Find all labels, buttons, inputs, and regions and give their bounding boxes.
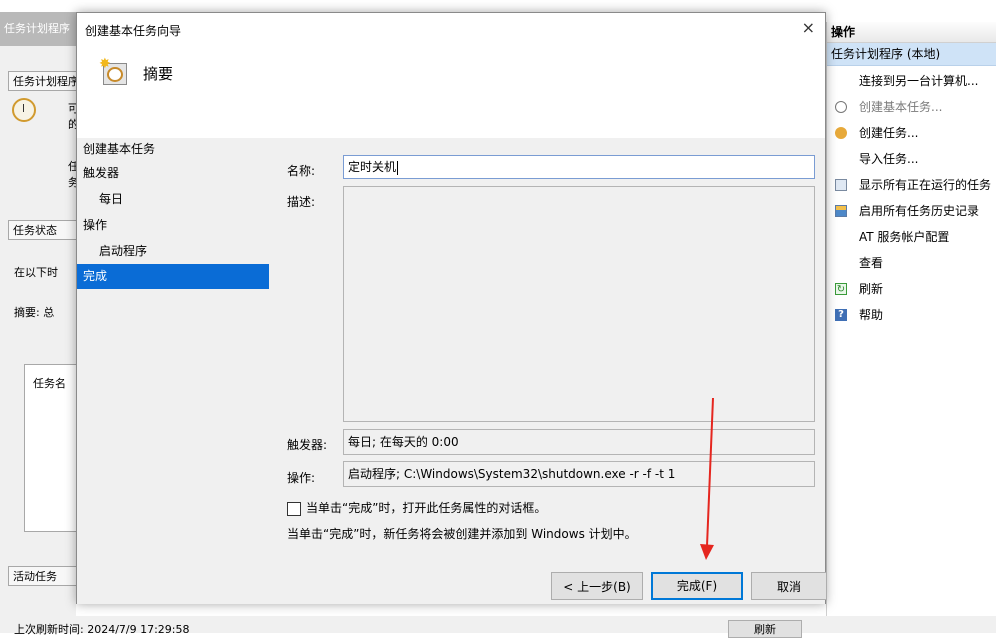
- action-create-basic-task[interactable]: 创建基本任务...: [827, 94, 996, 120]
- text-cursor: [397, 160, 399, 175]
- close-icon[interactable]: ×: [802, 18, 815, 37]
- back-button[interactable]: < 上一步(B): [551, 572, 643, 600]
- running-tasks-icon: [835, 179, 847, 191]
- overview-text-2: 的: [68, 118, 76, 131]
- step-create-basic-task[interactable]: 创建基本任务: [77, 138, 269, 160]
- action-at-config[interactable]: AT 服务帐户配置: [827, 224, 996, 250]
- description-label: 描述:: [287, 195, 316, 209]
- action-label: 连接到另一台计算机...: [859, 74, 979, 88]
- overview-text-3: 任: [68, 160, 76, 173]
- action-show-running[interactable]: 显示所有正在运行的任务: [827, 172, 996, 198]
- wizard-steps: 创建基本任务 触发器 每日 操作 启动程序 完成: [77, 138, 269, 289]
- action-label: 创建任务...: [859, 126, 919, 140]
- step-finish[interactable]: 完成: [77, 264, 269, 289]
- section-overview-header[interactable]: 任务计划程序: [8, 71, 76, 91]
- section-status-header[interactable]: 任务状态: [8, 220, 76, 240]
- mmc-left-pane: 任务计划程序 可 的 任 务 任务状态 在以下时 摘要: 总 任务名 活动任务: [0, 46, 76, 616]
- create-basic-task-wizard: 创建基本任务向导 × ✸ 摘要 创建基本任务 触发器 每日 操作 启动程序 完成…: [76, 12, 827, 604]
- name-value: 定时关机: [348, 160, 397, 174]
- open-properties-label[interactable]: 当单击“完成”时，打开此任务属性的对话框。: [306, 499, 546, 516]
- step-start-program[interactable]: 启动程序: [77, 238, 269, 264]
- action-view[interactable]: 查看: [827, 250, 996, 276]
- task-icon: [835, 127, 847, 139]
- action-connect[interactable]: 连接到另一台计算机...: [827, 68, 996, 94]
- action-label: 查看: [859, 256, 884, 270]
- summary-line: 摘要: 总: [14, 306, 55, 319]
- finish-note: 当单击“完成”时，新任务将会被创建并添加到 Windows 计划中。: [287, 527, 637, 541]
- step-action[interactable]: 操作: [77, 212, 269, 238]
- cancel-button[interactable]: 取消: [751, 572, 827, 600]
- action-import-task[interactable]: 导入任务...: [827, 146, 996, 172]
- trigger-field[interactable]: 每日; 在每天的 0:00: [343, 429, 815, 455]
- task-wizard-icon: ✸: [99, 57, 129, 87]
- description-field[interactable]: [343, 186, 815, 422]
- action-label: 启用所有任务历史记录: [859, 204, 980, 218]
- last-refresh-text: 上次刷新时间: 2024/7/9 17:29:58: [14, 623, 190, 636]
- action-help[interactable]: ? 帮助: [827, 302, 996, 328]
- step-daily[interactable]: 每日: [77, 186, 269, 212]
- overview-text-1: 可: [68, 102, 76, 115]
- action-label: 显示所有正在运行的任务: [859, 178, 992, 192]
- finish-button[interactable]: 完成(F): [651, 572, 743, 600]
- action-label: 帮助: [859, 308, 884, 322]
- action-label: 创建基本任务...: [859, 100, 943, 114]
- page-heading: 摘要: [143, 65, 174, 83]
- clock-icon: [12, 98, 36, 122]
- task-list-panel[interactable]: 任务名: [24, 364, 76, 532]
- overview-text-4: 务: [68, 176, 76, 189]
- bg-refresh-button[interactable]: 刷新: [728, 620, 802, 638]
- action-create-task[interactable]: 创建任务...: [827, 120, 996, 146]
- step-trigger[interactable]: 触发器: [77, 160, 269, 186]
- action-field[interactable]: 启动程序; C:\Windows\System32\shutdown.exe -…: [343, 461, 815, 487]
- action-label: 刷新: [859, 282, 884, 296]
- name-field[interactable]: 定时关机: [343, 155, 815, 179]
- help-icon: ?: [835, 309, 847, 321]
- open-properties-checkbox[interactable]: [287, 502, 301, 516]
- action-label: AT 服务帐户配置: [859, 230, 950, 244]
- section-active-header[interactable]: 活动任务: [8, 566, 76, 586]
- name-label: 名称:: [287, 164, 316, 178]
- history-icon: [835, 205, 847, 217]
- actions-header: 操作: [827, 22, 996, 43]
- status-line: 在以下时: [14, 266, 58, 279]
- action-enable-history[interactable]: 启用所有任务历史记录: [827, 198, 996, 224]
- wizard-body: 创建基本任务 触发器 每日 操作 启动程序 完成 名称: 定时关机 描述: 触发…: [77, 138, 827, 604]
- dialog-title: 创建基本任务向导: [85, 24, 182, 38]
- action-label: 操作:: [287, 471, 316, 485]
- action-refresh[interactable]: ↻ 刷新: [827, 276, 996, 302]
- wizard-icon: [835, 101, 847, 113]
- action-label: 导入任务...: [859, 152, 919, 166]
- actions-pane: 操作 任务计划程序 (本地) 连接到另一台计算机... 创建基本任务... 创建…: [826, 22, 996, 616]
- trigger-label: 触发器:: [287, 438, 328, 452]
- refresh-icon: ↻: [835, 283, 847, 295]
- mmc-footer: 上次刷新时间: 2024/7/9 17:29:58 刷新: [0, 616, 996, 638]
- task-name-column[interactable]: 任务名: [33, 375, 66, 391]
- mmc-title-partial: 任务计划程序: [0, 12, 76, 46]
- actions-subheader[interactable]: 任务计划程序 (本地): [827, 43, 996, 66]
